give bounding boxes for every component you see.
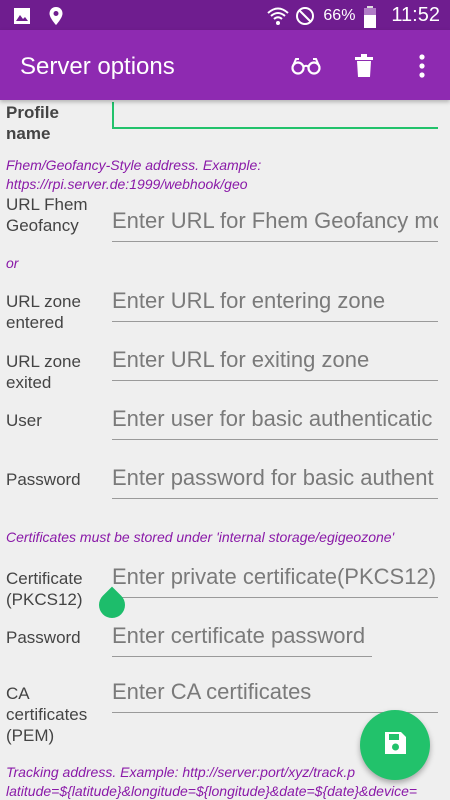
url-fhem-input[interactable]: Enter URL for Fhem Geofancy mo: [112, 208, 438, 242]
delete-icon[interactable]: [348, 52, 380, 80]
page-title: Server options: [20, 53, 175, 80]
more-vert-icon[interactable]: [406, 52, 438, 80]
certificate-label: Certificate (PKCS12): [6, 569, 83, 609]
user-input[interactable]: Enter user for basic authenticatic: [112, 406, 438, 440]
certificate-input[interactable]: Enter private certificate(PKCS12): [112, 564, 438, 598]
url-exit-input[interactable]: Enter URL for exiting zone: [112, 347, 438, 381]
server-options-form: Profile name Fhem/Geofancy-Style address…: [0, 100, 450, 800]
wifi-icon: [267, 6, 290, 26]
password-input[interactable]: Enter password for basic authent: [112, 465, 438, 499]
profile-name-input[interactable]: [112, 102, 438, 129]
cert-password-input[interactable]: Enter certificate password: [112, 623, 372, 657]
password-label: Password: [6, 470, 81, 489]
cert-password-label: Password: [6, 628, 81, 647]
or-text: or: [6, 255, 19, 271]
certificates-hint: Certificates must be stored under 'inter…: [6, 529, 395, 545]
user-label: User: [6, 411, 42, 430]
clock: 11:52: [391, 4, 440, 26]
ca-certificates-label: CA certificates (PEM): [6, 684, 88, 745]
url-enter-label: URL zone entered: [6, 292, 81, 332]
battery-icon: [363, 5, 383, 28]
save-icon: [382, 730, 408, 761]
app-bar: Server options: [0, 30, 450, 100]
ca-certificates-input[interactable]: Enter CA certificates: [112, 679, 438, 713]
address-hint: Fhem/Geofancy-Style address. Example: ht…: [6, 157, 262, 192]
status-bar: 66% 11:52: [0, 0, 450, 30]
url-exit-label: URL zone exited: [6, 352, 81, 392]
image-icon: [12, 6, 32, 26]
profile-name-label: Profile name: [6, 103, 59, 143]
location-icon: [46, 6, 66, 26]
url-fhem-label: URL Fhem Geofancy: [6, 195, 88, 235]
do-not-disturb-icon: [295, 6, 315, 26]
url-enter-input[interactable]: Enter URL for entering zone: [112, 288, 438, 322]
battery-percent: 66%: [323, 6, 356, 24]
glasses-icon[interactable]: [290, 52, 322, 80]
save-button[interactable]: [360, 710, 430, 780]
